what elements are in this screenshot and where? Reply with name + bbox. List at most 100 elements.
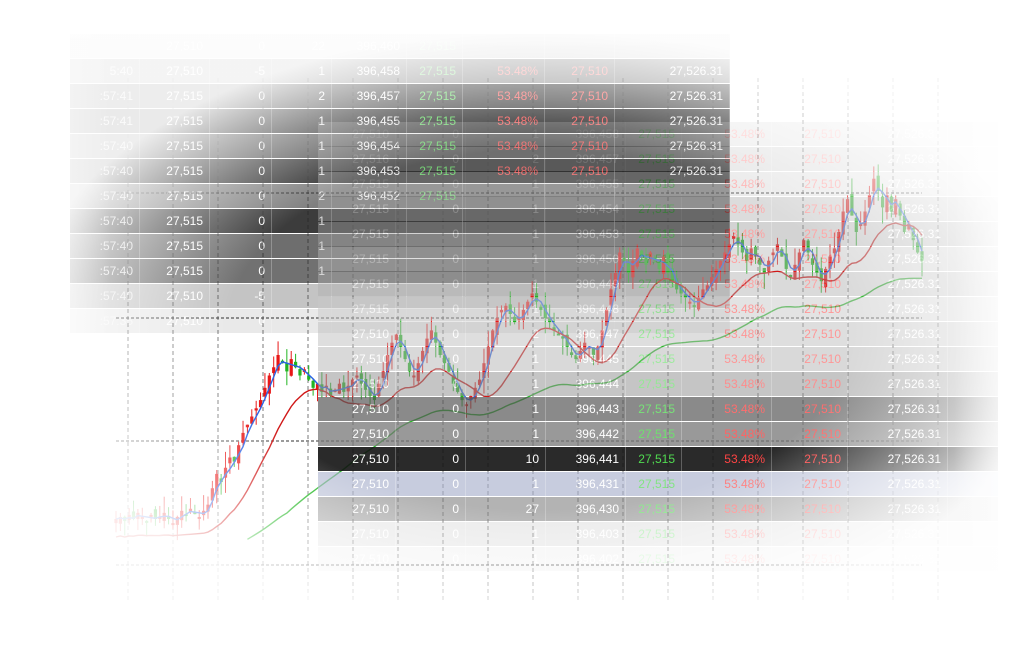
board-cell-change: 0 xyxy=(396,522,466,546)
board-cell-last: 27,526.31 xyxy=(848,347,948,371)
board-cell-change: 0 xyxy=(396,497,466,521)
candle-body xyxy=(254,408,258,411)
board-cell-volume: 1 xyxy=(466,247,546,271)
board-cell-total: 396,403 xyxy=(546,522,626,546)
board-cell-bid: 27,510 xyxy=(772,497,848,521)
candle-body xyxy=(114,519,118,524)
board-cell-volume: 1 xyxy=(466,197,546,221)
board-cell-ask: 27,515 xyxy=(626,122,682,146)
board-cell-price: 27,510 xyxy=(318,447,396,471)
board-cell-change: 0 xyxy=(396,347,466,371)
board-cell-last: 27,526.31 xyxy=(848,222,948,246)
board-cell-volume: 1 xyxy=(466,122,546,146)
board-cell-last: 27,526.31 xyxy=(848,122,948,146)
board-cell-change: 0 xyxy=(396,297,466,321)
board-cell-bid: 27,510 xyxy=(772,222,848,246)
candle-body xyxy=(149,514,153,517)
board-cell-total: 396,457 xyxy=(546,147,626,171)
board-cell-volume: 1 xyxy=(466,422,546,446)
board-cell-ask: 27,515 xyxy=(626,397,682,421)
board-row: 27,515 0 1 396,449 27,515 53.48% 27,510 27,526.… xyxy=(318,272,998,296)
board-cell-volume: 1 xyxy=(466,272,546,296)
candle-body xyxy=(175,516,179,525)
candle-body xyxy=(298,369,302,376)
board-cell-ask: 27,515 xyxy=(626,522,682,546)
board-cell-pct: 53.48% xyxy=(682,347,772,371)
board-cell-ask: 27,515 xyxy=(626,547,682,571)
board-cell-last: 27,526.31 xyxy=(848,197,948,221)
board-cell-bid: 27,510 xyxy=(772,547,848,571)
board-row: 27,515 0 1 396,453 27,515 53.48% 27,510 27,526.… xyxy=(318,222,998,246)
board-cell-price: 27,510 xyxy=(318,347,396,371)
board-cell-volume: 1 xyxy=(466,222,546,246)
board-cell-volume: 10 xyxy=(466,447,546,471)
board-cell-bid: 27,510 xyxy=(772,522,848,546)
board-cell-change: 0 xyxy=(396,322,466,346)
board-cell-pct: 53.48% xyxy=(682,322,772,346)
board-cell-price: 27,515 xyxy=(318,222,396,246)
board-cell-pct: 53.48% xyxy=(682,197,772,221)
board-cell-last: 27,526.31 xyxy=(848,422,948,446)
trading-scene: 27,510 0 22 396,460 27,515 5:40 27,510 -5 1 396,4… xyxy=(0,0,1024,662)
board-cell-bid: 27,510 xyxy=(772,447,848,471)
board-cell-last: 27,526.31 xyxy=(848,522,948,546)
board-cell-total: 396,442 xyxy=(546,422,626,446)
board-cell-volume: 1 xyxy=(466,472,546,496)
candle-body xyxy=(245,424,250,428)
board-cell-ask: 27,515 xyxy=(626,497,682,521)
board-cell-total: 396,455 xyxy=(546,172,626,196)
board-cell-change: 0 xyxy=(396,272,466,296)
board-row: 27,510 0 1 396,443 27,515 53.48% 27,510 27,526.… xyxy=(318,397,998,421)
candle-body xyxy=(145,520,149,523)
board-cell-price: 27,510 xyxy=(318,472,396,496)
board-cell-change: 0 xyxy=(396,197,466,221)
board-row: 27,516 0 2 396,457 27,515 53.48% 27,510 27,526.… xyxy=(318,147,998,171)
board-cell-last: 27,526.31 xyxy=(848,497,948,521)
board-cell-price: 27,510 xyxy=(318,522,396,546)
candle-body xyxy=(311,380,315,388)
board-row: 27,515 0 1 396,455 27,515 53.48% 27,510 27,526.… xyxy=(318,172,998,196)
board-cell-change: 0 xyxy=(396,222,466,246)
board-cell-change: 0 xyxy=(396,172,466,196)
board-cell-pct: 53.48% xyxy=(682,147,772,171)
board-cell-change: 0 xyxy=(396,372,466,396)
board-cell-pct: 53.48% xyxy=(682,547,772,571)
board-cell-pct: 53.48% xyxy=(682,472,772,496)
board-cell-price: 27,510 xyxy=(318,372,396,396)
board-cell-pct: 53.48% xyxy=(682,272,772,296)
board-cell-last: 27,526.31 xyxy=(848,172,948,196)
board-row: 27,510 0 10 396,441 27,515 53.48% 27,510 27,526… xyxy=(318,447,998,471)
board-cell-price: 27,515 xyxy=(318,197,396,221)
board-cell-ask: 27,515 xyxy=(626,272,682,296)
board-row: 27,510 0 27 396,430 27,515 53.48% 27,510 27,526… xyxy=(318,497,998,521)
board-cell-volume: 2 xyxy=(466,322,546,346)
board-cell-total: 396,449 xyxy=(546,272,626,296)
board-cell-price: 27,510 xyxy=(318,322,396,346)
board-cell-bid: 27,510 xyxy=(772,372,848,396)
board-cell-ask: 27,515 xyxy=(626,447,682,471)
board-cell-pct: 53.48% xyxy=(682,522,772,546)
board-cell-total: 396,441 xyxy=(546,447,626,471)
board-cell-price: 27,515 xyxy=(318,247,396,271)
board-cell-change: 0 xyxy=(396,447,466,471)
candle-body xyxy=(228,457,232,464)
board-cell-last: 27,526.31 xyxy=(848,447,948,471)
board-cell-pct: 53.48% xyxy=(682,172,772,196)
board-cell-total: 396,453 xyxy=(546,222,626,246)
board-cell-change: 0 xyxy=(396,547,466,571)
candle-body xyxy=(197,516,201,519)
board-row: 27,515 0 1 396,454 27,515 53.48% 27,510 27,526.… xyxy=(318,197,998,221)
board-cell-price: 27,515 xyxy=(318,297,396,321)
board-cell-last: 27,526.31 xyxy=(848,247,948,271)
board-row: 27,515 0 1 396,450 27,515 53.48% 27,510 27,526.… xyxy=(318,247,998,271)
board-cell-total: 396,431 xyxy=(546,472,626,496)
board-cell-bid: 27,510 xyxy=(772,422,848,446)
board-cell-pct: 53.48% xyxy=(682,372,772,396)
board-row: 27,510 0 1 396,403 27,515 53.48% 27,510 27,526.… xyxy=(318,522,998,546)
board-row: 27,510 0 1 396,402 27,515 53.48% 27,510 27,526.… xyxy=(318,547,998,571)
board-cell-price: 27,510 xyxy=(318,497,396,521)
board-cell-total: 396,430 xyxy=(546,497,626,521)
board-cell-change: 0 xyxy=(396,122,466,146)
board-cell-volume: 27 xyxy=(466,497,546,521)
board-cell-pct: 53.48% xyxy=(682,397,772,421)
